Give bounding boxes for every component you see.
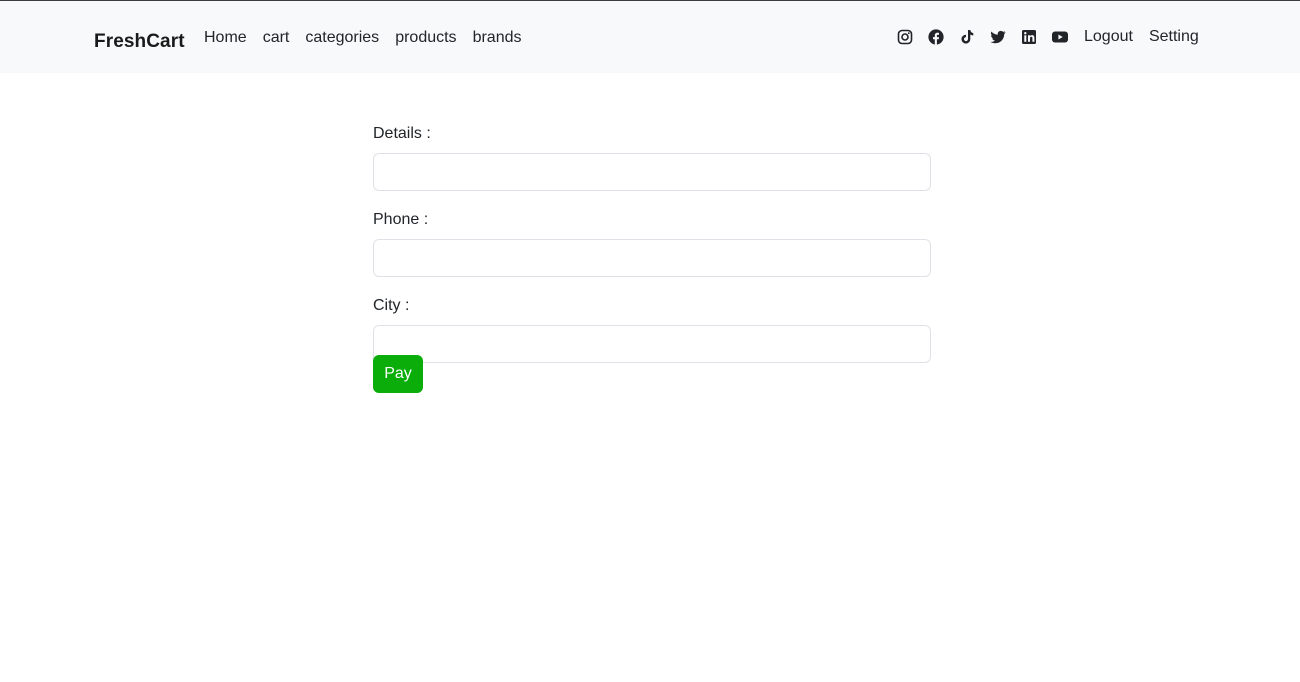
nav-link-home[interactable]: Home — [204, 28, 247, 48]
city-label: City : — [373, 297, 410, 314]
linkedin-icon[interactable] — [1021, 29, 1037, 45]
setting-link[interactable]: Setting — [1149, 27, 1199, 47]
twitter-icon[interactable] — [990, 29, 1006, 45]
city-input[interactable] — [373, 325, 931, 363]
checkout-form: Details : Phone : City : Pay — [373, 124, 931, 393]
navbar: FreshCart Home cart categories products … — [0, 1, 1300, 73]
pay-button[interactable]: Pay — [373, 355, 423, 393]
facebook-icon[interactable] — [928, 29, 944, 45]
phone-input[interactable] — [373, 239, 931, 277]
nav-link-cart[interactable]: cart — [263, 28, 290, 48]
brand-logo[interactable]: FreshCart — [94, 31, 185, 53]
details-label: Details : — [373, 125, 431, 142]
nav-link-categories[interactable]: categories — [305, 28, 379, 48]
nav-links: Home cart categories products brands — [204, 28, 537, 48]
logout-link[interactable]: Logout — [1084, 27, 1133, 47]
instagram-icon[interactable] — [897, 29, 913, 45]
tiktok-icon[interactable] — [959, 29, 975, 45]
youtube-icon[interactable] — [1052, 29, 1068, 45]
nav-link-brands[interactable]: brands — [473, 28, 522, 48]
details-input[interactable] — [373, 153, 931, 191]
nav-right: Logout Setting — [897, 27, 1214, 47]
nav-link-products[interactable]: products — [395, 28, 456, 48]
phone-label: Phone : — [373, 211, 429, 228]
